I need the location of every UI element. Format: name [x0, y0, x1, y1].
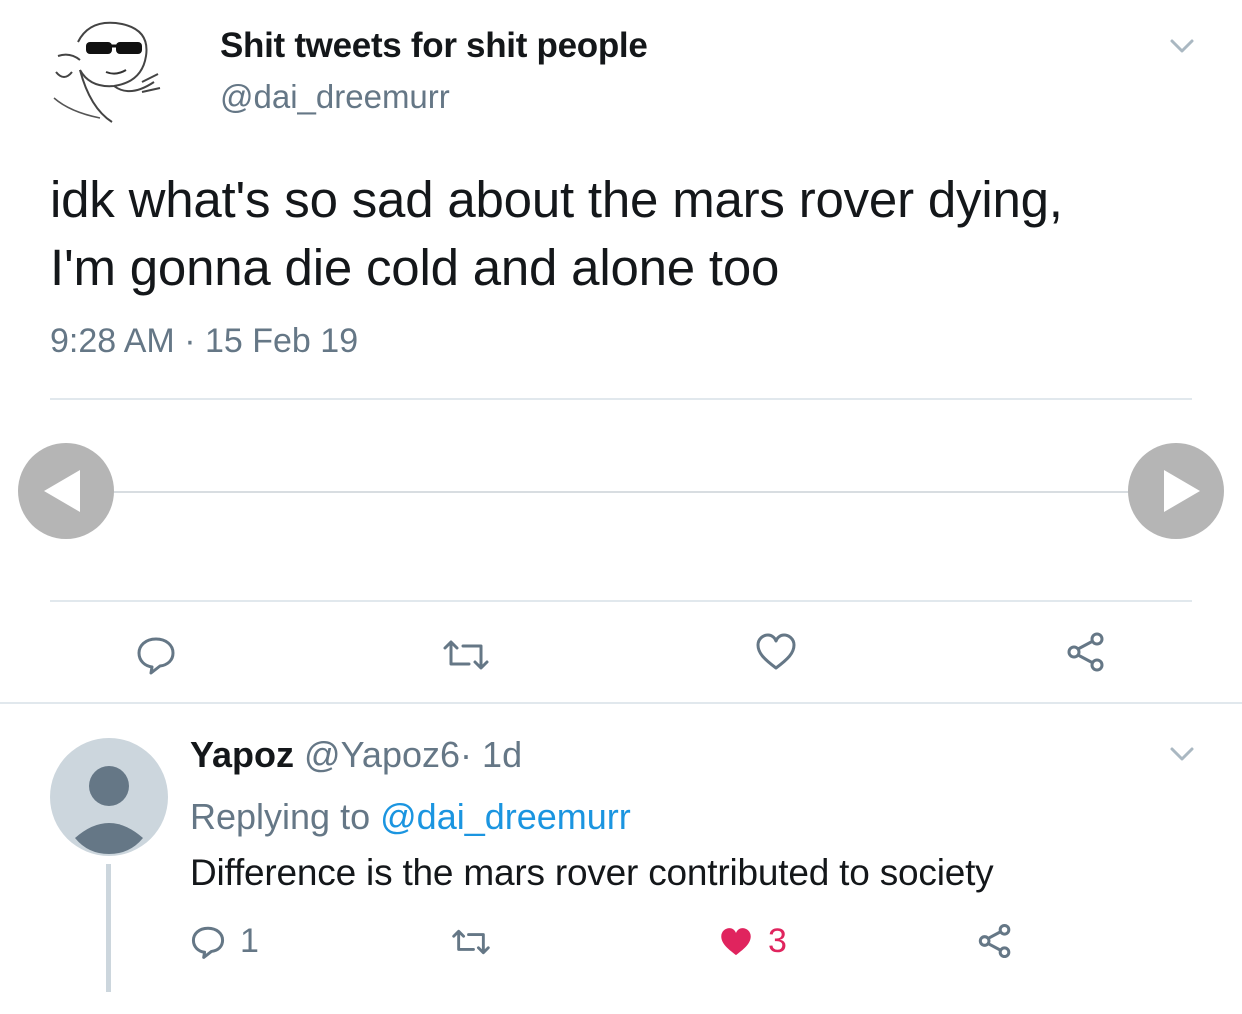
thread-line	[106, 864, 111, 992]
retweet-icon[interactable]	[450, 928, 492, 956]
like-icon[interactable]	[754, 632, 798, 672]
reply-text: Difference is the mars rover contributed…	[190, 852, 994, 893]
tweet-text-line: idk what's so sad about the mars rover d…	[50, 171, 1063, 228]
chevron-down-icon[interactable]	[1168, 36, 1196, 56]
next-button[interactable]	[1128, 443, 1224, 539]
tweet-timestamp[interactable]: 9:28 AM · 15 Feb 19	[50, 322, 358, 361]
tweet-text-line: I'm gonna die cold and alone too	[50, 239, 780, 296]
share-icon[interactable]	[976, 922, 1014, 960]
chevron-down-icon[interactable]	[1168, 744, 1196, 764]
separator: ·	[460, 734, 473, 775]
replying-handle-link[interactable]: @dai_dreemurr	[380, 796, 631, 837]
share-icon[interactable]	[1064, 630, 1108, 674]
divider	[50, 398, 1192, 400]
replying-to: Replying to @dai_dreemurr	[190, 796, 631, 838]
heart-filled-icon[interactable]	[718, 925, 754, 959]
reply-count: 1	[240, 922, 259, 960]
reply-handle[interactable]: @Yapoz6	[304, 734, 460, 775]
like-count: 3	[768, 922, 787, 960]
tweet-handle[interactable]: @dai_dreemurr	[220, 78, 450, 116]
divider	[0, 702, 1242, 704]
avatar[interactable]	[50, 738, 168, 856]
carousel-line	[110, 491, 1132, 493]
like-action[interactable]: 3	[718, 922, 787, 961]
reply-icon[interactable]	[135, 634, 177, 676]
avatar[interactable]	[50, 12, 166, 128]
tweet-display-name[interactable]: Shit tweets for shit people	[220, 26, 648, 66]
separator: ·	[184, 322, 196, 360]
tweet-time: 9:28 AM	[50, 322, 175, 360]
tweet-text: idk what's so sad about the mars rover d…	[50, 166, 1063, 302]
reply-age: 1d	[482, 734, 523, 775]
reply-icon[interactable]	[190, 924, 226, 960]
retweet-icon[interactable]	[441, 638, 491, 672]
reply-action[interactable]: 1	[190, 922, 259, 961]
tweet-date: 15 Feb 19	[204, 322, 359, 360]
previous-button[interactable]	[18, 443, 114, 539]
replying-prefix: Replying to	[190, 796, 371, 837]
divider	[50, 600, 1192, 602]
reply-display-name[interactable]: Yapoz	[190, 734, 294, 775]
reply-header: Yapoz @Yapoz6· 1d	[190, 734, 522, 776]
